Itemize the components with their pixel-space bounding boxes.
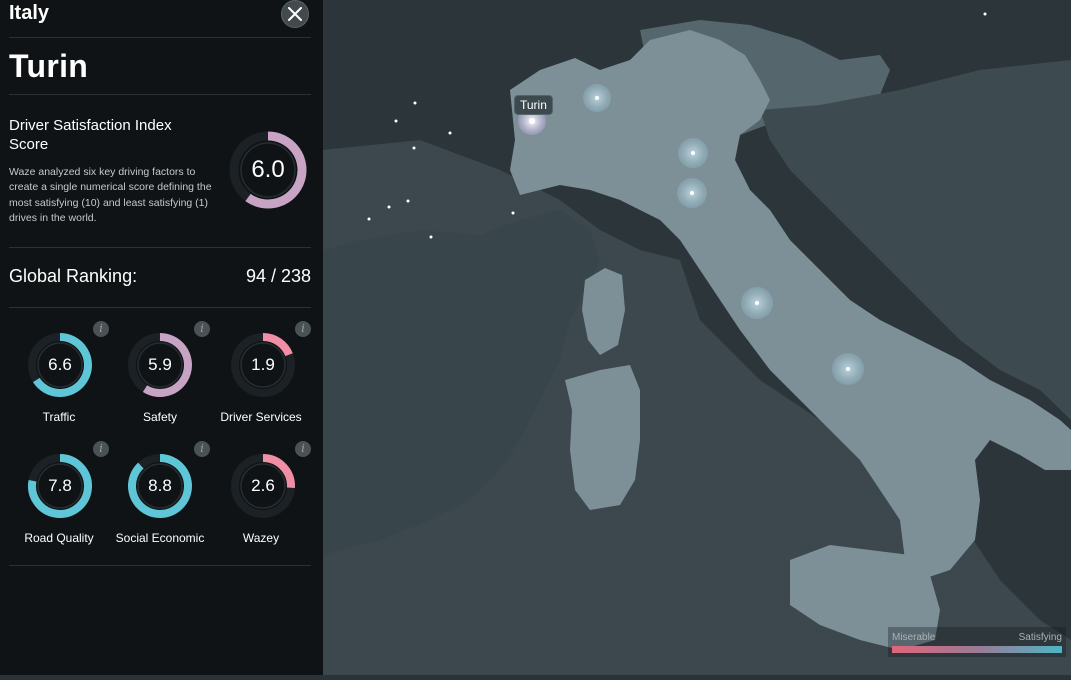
metric-gauge-road-quality: 7.8 [26, 452, 94, 520]
metric-gauge-traffic: 6.6 [26, 331, 94, 399]
metric-name-traffic: Traffic [42, 410, 76, 424]
city-details-panel: Italy Turin Driver Satisfaction Index Sc… [0, 0, 323, 675]
info-icon[interactable]: i [93, 321, 109, 337]
dsi-score-value: 6.0 [251, 156, 285, 183]
metric-name-driver-services: Driver Services [220, 410, 302, 424]
metric-name-social-economic: Social Economic [115, 531, 205, 545]
metric-name-road-quality: Road Quality [24, 531, 94, 545]
info-icon[interactable]: i [194, 441, 210, 457]
score-legend: Miserable Satisfying [888, 627, 1066, 657]
legend-high-label: Satisfying [1018, 632, 1062, 643]
metric-gauge-safety: 5.9 [126, 331, 194, 399]
divider [9, 37, 311, 38]
close-button[interactable] [281, 0, 309, 28]
metric-gauge-social-economic: 8.8 [126, 452, 194, 520]
sardinia-landmass [565, 365, 640, 510]
info-icon[interactable]: i [295, 441, 311, 457]
dsi-description: Waze analyzed six key driving factors to… [9, 166, 212, 225]
close-icon [288, 7, 302, 21]
metric-score-safety: 5.9 [148, 355, 172, 374]
divider [9, 565, 311, 566]
dsi-title: Driver Satisfaction Index Score [9, 117, 172, 153]
info-icon[interactable]: i [295, 321, 311, 337]
divider [9, 94, 311, 95]
divider [9, 247, 311, 248]
global-ranking-value: 94 / 238 [245, 266, 311, 286]
metric-score-wazey: 2.6 [251, 476, 275, 495]
metric-score-road-quality: 7.8 [48, 476, 72, 495]
city-name: Turin [9, 48, 89, 84]
map-city-label[interactable]: Turin [514, 95, 553, 115]
metric-score-traffic: 6.6 [48, 355, 72, 374]
dsi-score-gauge: 6.0 [228, 123, 308, 217]
divider [9, 307, 311, 308]
info-icon[interactable]: i [194, 321, 210, 337]
metric-score-driver-services: 1.9 [251, 355, 275, 374]
info-icon[interactable]: i [93, 441, 109, 457]
global-ranking-label: Global Ranking: [9, 266, 138, 286]
metric-name-safety: Safety [142, 410, 178, 424]
legend-gradient-bar [892, 646, 1062, 653]
metric-name-wazey: Wazey [242, 531, 280, 545]
country-name: Italy [9, 2, 50, 24]
metric-score-social-economic: 8.8 [148, 476, 172, 495]
metric-gauge-driver-services: 1.9 [229, 331, 297, 399]
legend-low-label: Miserable [892, 632, 936, 643]
metric-gauge-wazey: 2.6 [229, 452, 297, 520]
